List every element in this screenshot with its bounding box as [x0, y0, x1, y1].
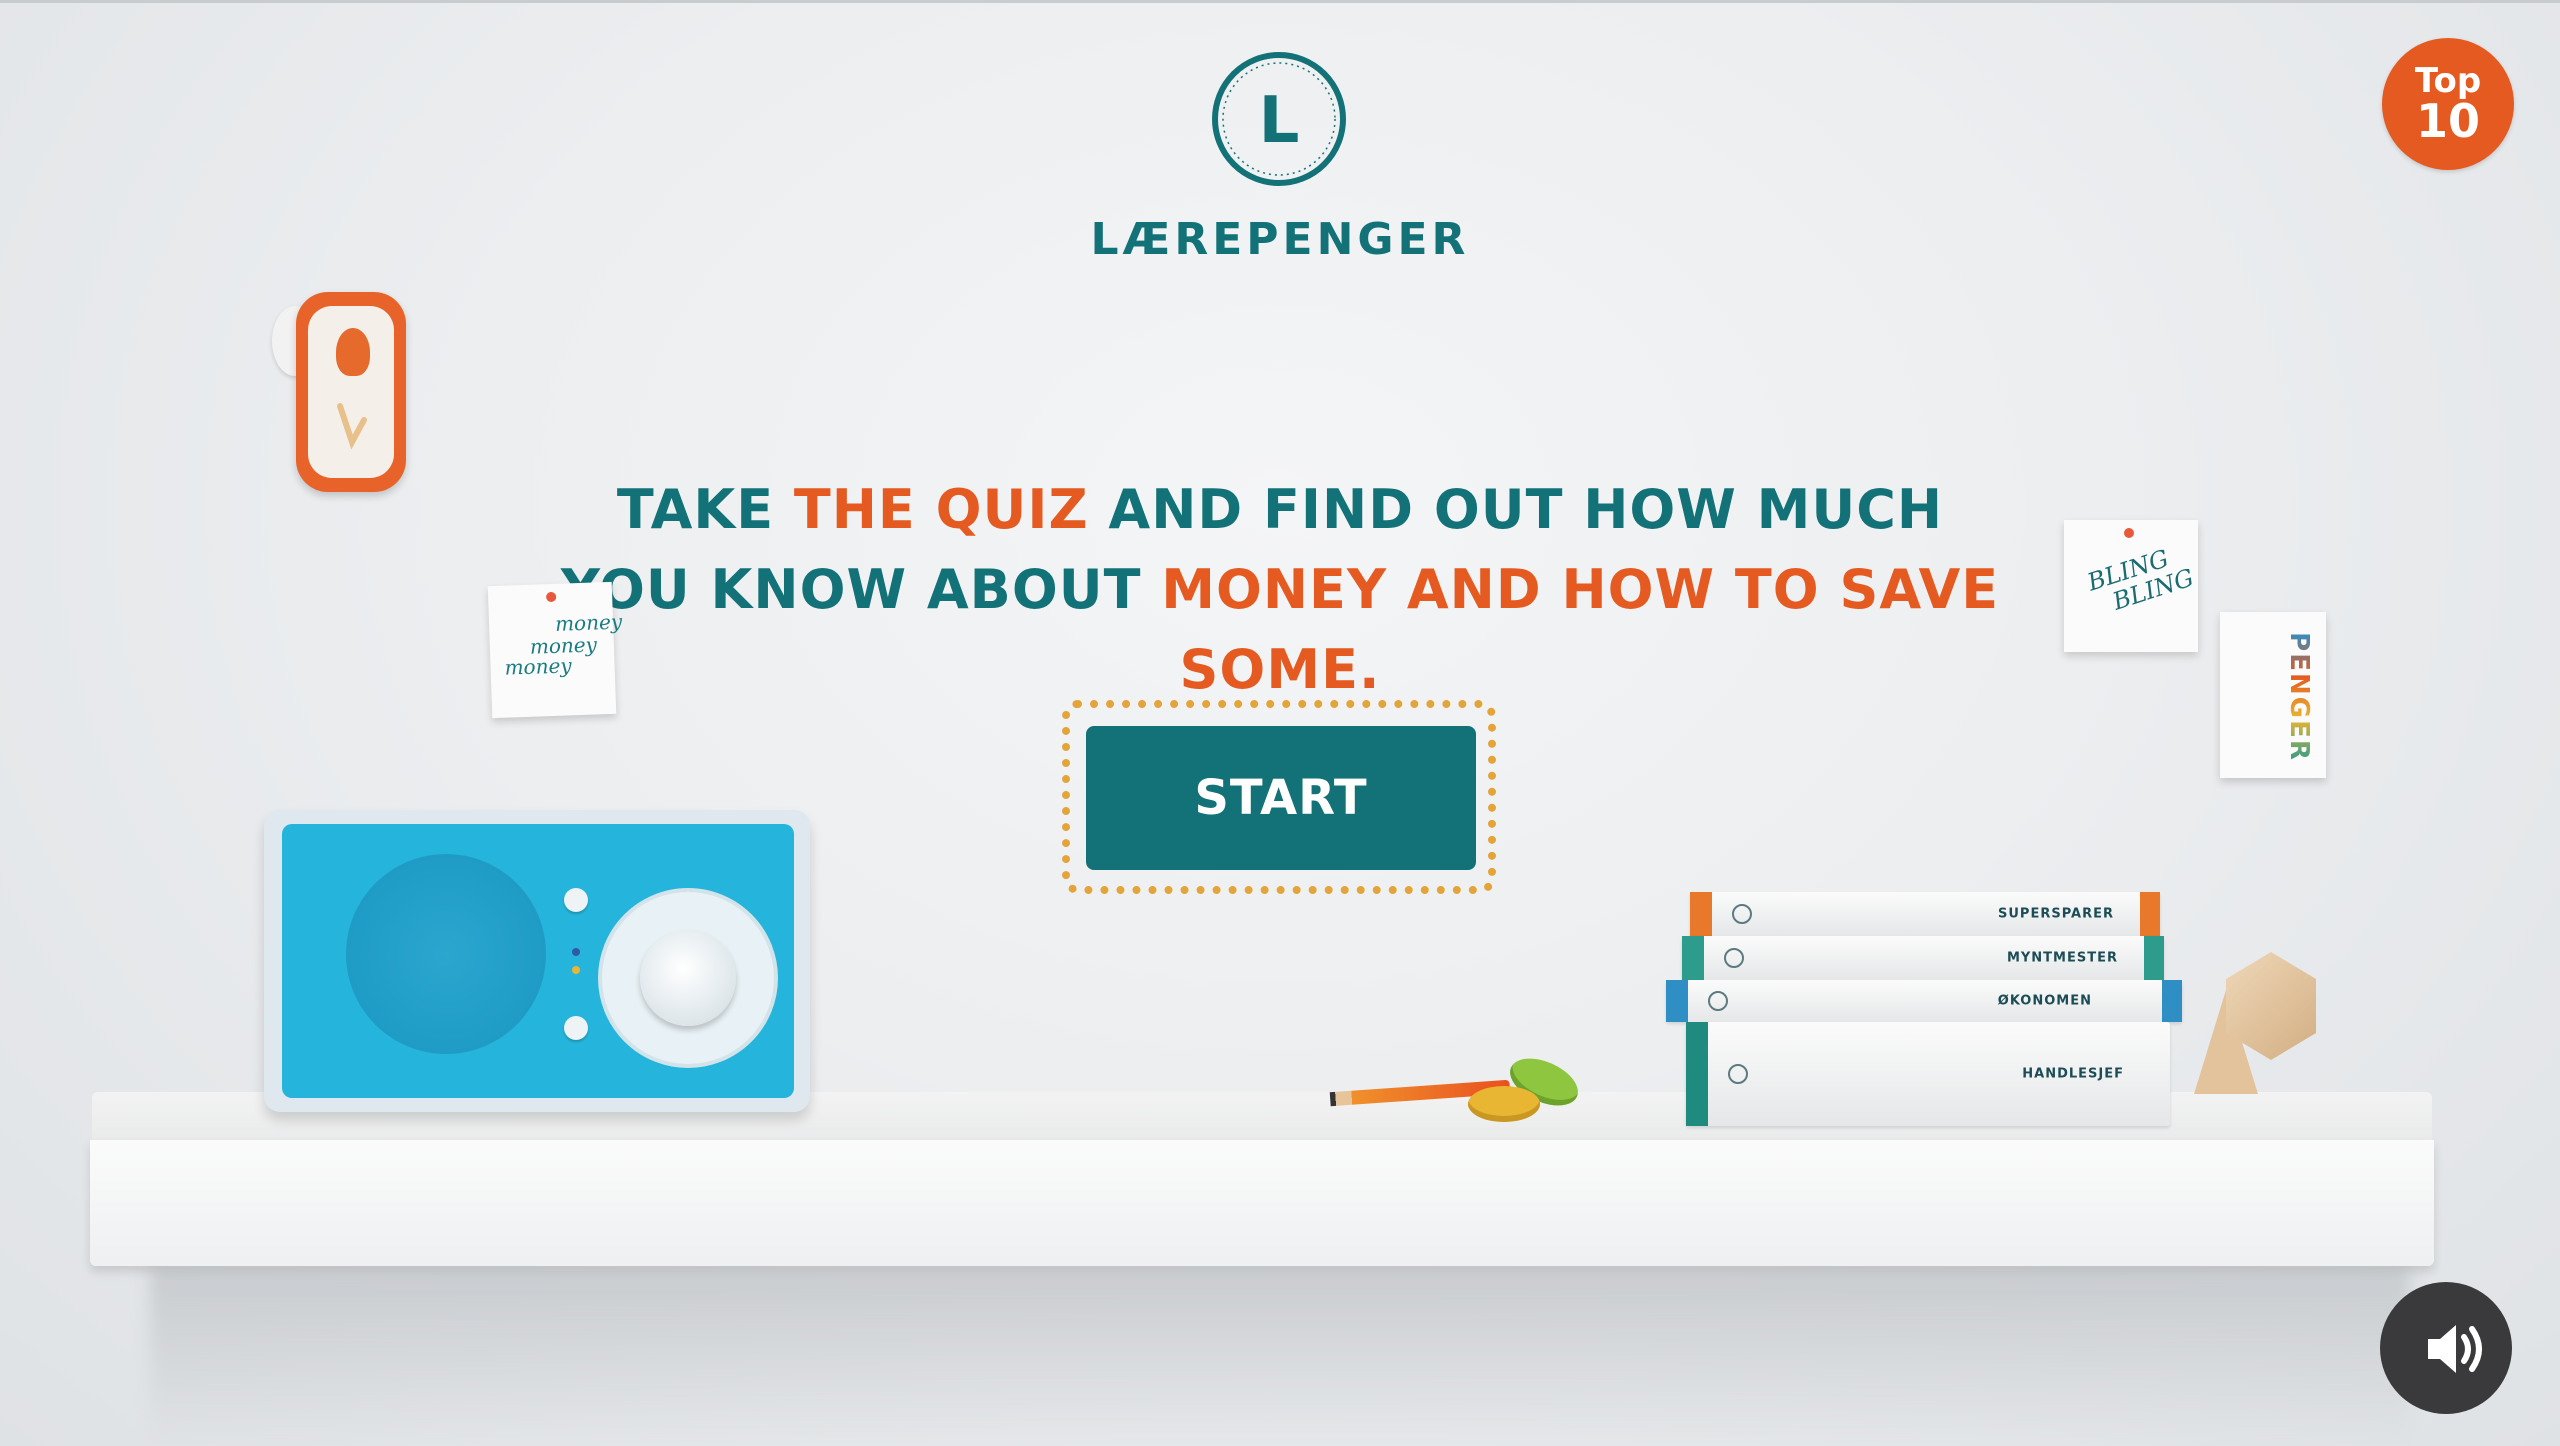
book-spine	[1682, 936, 1704, 980]
speaker-volume-icon	[2428, 1325, 2482, 1373]
radio-face	[282, 824, 794, 1098]
money-sticky-note: money money money	[487, 581, 622, 719]
headline-segment: THE QUIZ	[793, 478, 1089, 541]
bling-sticky-note: BLING BLING	[2064, 520, 2198, 652]
clock-hands-icon	[337, 403, 367, 450]
pin-icon	[545, 591, 557, 603]
book-logo-icon	[1724, 948, 1744, 968]
bling-text: BLING BLING	[2084, 540, 2197, 621]
book-superspare: SUPERSPARER	[1690, 892, 2160, 936]
penger-text: PENGER	[2283, 632, 2314, 762]
headline-segment: TAKE	[616, 478, 794, 541]
radio-led	[572, 948, 580, 956]
book-edge	[2144, 936, 2164, 980]
book-spine	[1666, 980, 1688, 1022]
bird-icon	[336, 328, 370, 376]
book-logo-icon	[1708, 991, 1728, 1011]
book-title: SUPERSPARER	[1998, 906, 2114, 922]
book-myntmester: MYNTMESTER	[1682, 936, 2164, 980]
cuckoo-clock	[296, 292, 406, 492]
headline-segment: MONEY AND HOW TO SAVE SOME.	[1161, 558, 2000, 701]
radio-dial	[598, 888, 778, 1068]
book-title: MYNTMESTER	[2006, 950, 2118, 966]
book-title: HANDLESJEF	[2022, 1066, 2124, 1082]
book-logo-icon	[1728, 1064, 1748, 1084]
top10-line1: Top	[2414, 61, 2482, 101]
shelf-shadow	[150, 1268, 2410, 1446]
logo-letter: L	[1259, 84, 1300, 158]
book-title: ØKONOMEN	[1997, 993, 2092, 1009]
book-edge	[2162, 980, 2182, 1022]
headline-line-1: TAKE THE QUIZ AND FIND OUT HOW MUCH	[480, 470, 2080, 550]
radio-button-knob	[564, 888, 588, 912]
start-button[interactable]: START	[1086, 726, 1476, 870]
top-border	[0, 0, 2560, 3]
speaker-grille	[346, 854, 546, 1054]
quiz-headline: TAKE THE QUIZ AND FIND OUT HOW MUCH YOU …	[480, 470, 2080, 710]
radio-led	[572, 966, 580, 974]
note-money-word: money	[504, 653, 572, 680]
shelf-front	[90, 1140, 2434, 1266]
tape-roll-yellow	[1468, 1086, 1540, 1122]
headline-segment: AND FIND OUT HOW MUCH	[1088, 478, 1944, 541]
clock-face	[308, 306, 394, 478]
sound-toggle-button[interactable]	[2380, 1282, 2512, 1414]
book-spine	[1690, 892, 1712, 936]
radio-dial-knob	[640, 930, 736, 1026]
book-handlesjef: HANDLESJEF	[1686, 1022, 2170, 1126]
headline-line-2: YOU KNOW ABOUT MONEY AND HOW TO SAVE SOM…	[480, 550, 2080, 710]
laerepenger-logo-icon: L	[1210, 50, 1348, 188]
headline-segment: YOU KNOW ABOUT	[560, 558, 1162, 621]
penger-sticky-note: PENGER	[2220, 612, 2326, 778]
top10-line2: 10	[2415, 94, 2480, 148]
pin-icon	[2124, 528, 2134, 538]
brand-name: LÆREPENGER	[1090, 214, 1470, 265]
top10-badge[interactable]: Top 10	[2382, 38, 2514, 170]
radio-button-knob	[564, 1016, 588, 1040]
radio-decoration	[264, 810, 810, 1112]
book-spine	[1686, 1022, 1708, 1126]
book-okonomen: ØKONOMEN	[1666, 980, 2182, 1022]
book-edge	[2140, 892, 2160, 936]
book-logo-icon	[1732, 904, 1752, 924]
